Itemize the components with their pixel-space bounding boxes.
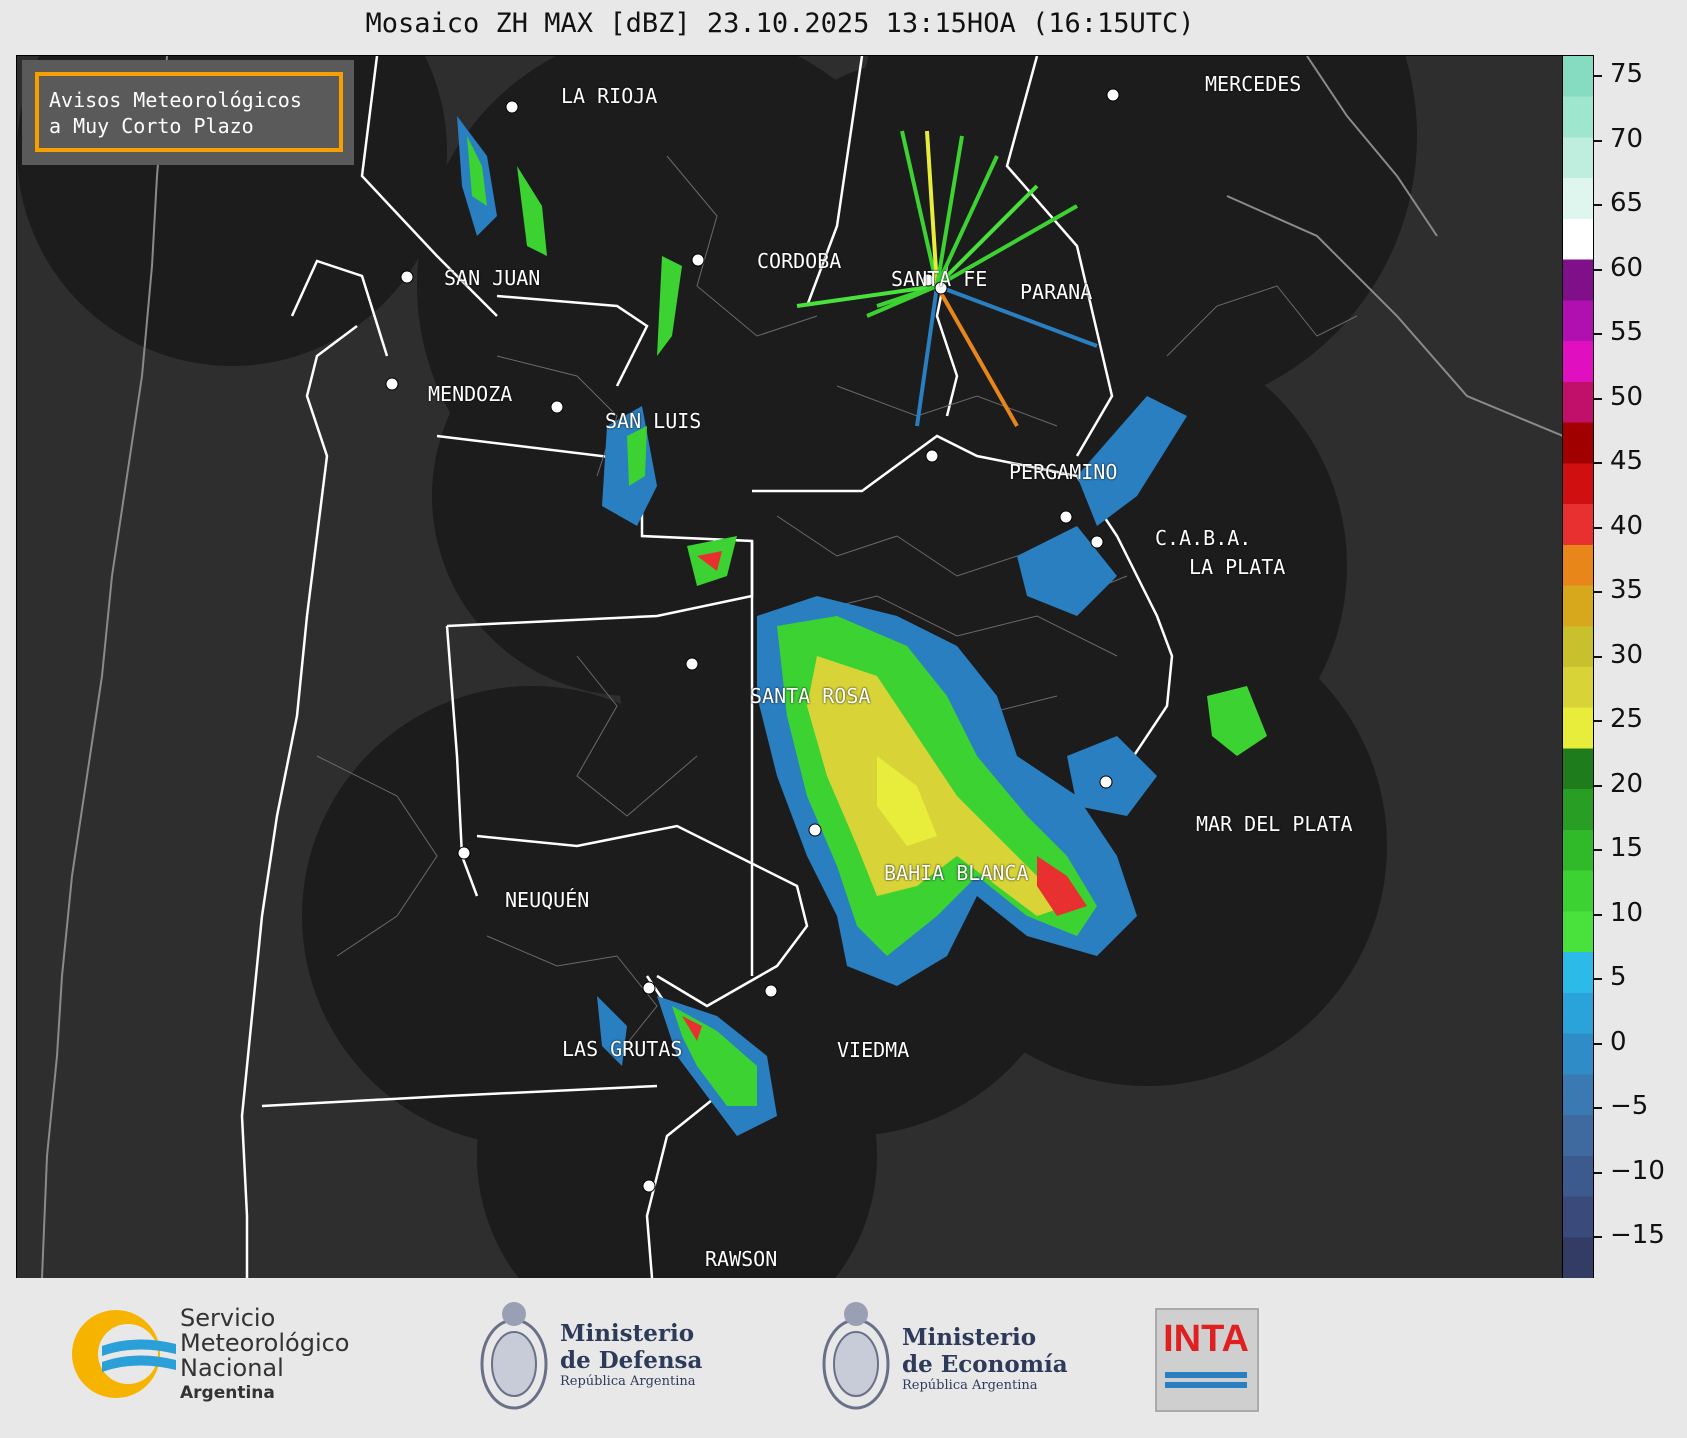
colorbar-tick-mark xyxy=(1594,204,1602,206)
colorbar-tick-label: 70 xyxy=(1610,123,1644,154)
colorbar-tick-mark xyxy=(1594,397,1602,400)
defensa-logo-text: Ministerio de Defensa República Argentin… xyxy=(560,1320,703,1389)
colorbar-tick-label: 75 xyxy=(1610,59,1644,89)
colorbar-tick-label: 55 xyxy=(1610,317,1644,347)
colorbar-tick-mark xyxy=(1594,978,1602,980)
colorbar-tick-label: 5 xyxy=(1610,962,1627,992)
colorbar-tick-mark xyxy=(1594,913,1602,916)
colorbar-tick-mark xyxy=(1594,720,1602,722)
city-label-las-grutas: LAS GRUTAS xyxy=(562,1037,683,1061)
radar-map-canvas xyxy=(17,56,1563,1278)
colorbar-tick-label: 30 xyxy=(1610,639,1644,670)
smn-logo-text: Servicio Meteorológico Nacional Argentin… xyxy=(180,1304,350,1404)
colorbar-tick-label: −15 xyxy=(1610,1220,1665,1250)
colorbar-tick-label: 0 xyxy=(1610,1026,1627,1057)
colorbar-tick-label: 40 xyxy=(1610,510,1644,541)
city-label-mendoza: MENDOZA xyxy=(428,382,513,406)
colorbar-tick-label: −10 xyxy=(1610,1155,1665,1186)
colorbar-tick-mark xyxy=(1594,591,1602,593)
colorbar-tick-mark xyxy=(1594,1171,1602,1174)
inta-logo: INTA xyxy=(1155,1308,1259,1412)
colorbar-tick-mark xyxy=(1594,268,1602,271)
colorbar xyxy=(1562,55,1594,1279)
city-label-mercedes: MERCEDES xyxy=(1205,72,1302,96)
colorbar-tick-mark xyxy=(1594,462,1602,464)
city-label-la-plata: LA PLATA xyxy=(1189,555,1286,579)
colorbar-tick-mark xyxy=(1594,1107,1602,1109)
colorbar-tick-label: 50 xyxy=(1610,381,1644,412)
colorbar-tick-mark xyxy=(1594,333,1602,335)
colorbar-tick-mark xyxy=(1594,1042,1602,1045)
colorbar-tick-label: 15 xyxy=(1610,833,1644,863)
colorbar-tick-label: 35 xyxy=(1610,575,1644,605)
city-label-parana: PARANA xyxy=(1020,280,1093,304)
city-label-rawson: RAWSON xyxy=(705,1247,778,1271)
colorbar-tick-mark xyxy=(1594,1236,1602,1238)
city-label-viedma: VIEDMA xyxy=(837,1038,910,1062)
colorbar-tick-label: 20 xyxy=(1610,768,1644,799)
defensa-seal-icon xyxy=(480,1302,548,1410)
colorbar-tick-mark xyxy=(1594,526,1602,529)
colorbar-tick-mark xyxy=(1594,849,1602,851)
economia-logo-text: Ministerio de Economía República Argenti… xyxy=(902,1324,1068,1393)
colorbar-tick-mark xyxy=(1594,139,1602,142)
city-label-pergamino: PERGAMINO xyxy=(1009,460,1118,484)
map-title: Mosaico ZH MAX [dBZ] 23.10.2025 13:15HOA… xyxy=(365,8,1195,39)
colorbar-tick-label: 60 xyxy=(1610,252,1644,283)
city-label-bahia-blanca: BAHIA BLANCA xyxy=(884,861,1029,885)
city-label-mar-del-plata: MAR DEL PLATA xyxy=(1196,812,1353,836)
colorbar-tick-label: 25 xyxy=(1610,704,1644,734)
colorbar-tick-label: 10 xyxy=(1610,897,1644,928)
city-label-neuquen: NEUQUÉN xyxy=(505,888,590,912)
radar-map[interactable] xyxy=(16,55,1564,1279)
city-label-la-rioja: LA RIOJA xyxy=(561,84,658,108)
notice-line-2: a Muy Corto Plazo xyxy=(49,114,254,138)
colorbar-tick-mark xyxy=(1594,75,1602,77)
city-label-san-juan: SAN JUAN xyxy=(444,266,541,290)
city-label-santa-rosa: SANTA ROSA xyxy=(750,684,871,708)
city-label-cordoba: CORDOBA xyxy=(757,249,842,273)
colorbar-tick-label: −5 xyxy=(1610,1091,1649,1121)
notice-line-1: Avisos Meteorológicos xyxy=(49,88,302,112)
notice-box: Avisos Meteorológicos a Muy Corto Plazo xyxy=(35,72,343,152)
colorbar-tick-label: 45 xyxy=(1610,446,1644,476)
smn-logo-icon xyxy=(72,1310,176,1398)
city-label-caba: C.A.B.A. xyxy=(1155,526,1252,550)
economia-seal-icon xyxy=(822,1302,890,1410)
colorbar-tick-mark xyxy=(1594,784,1602,787)
colorbar-tick-mark xyxy=(1594,655,1602,658)
logo-strip: Servicio Meteorológico Nacional Argentin… xyxy=(0,1278,1687,1438)
city-label-san-luis: SAN LUIS xyxy=(605,409,702,433)
colorbar-tick-label: 65 xyxy=(1610,188,1644,218)
city-label-santa-fe: SANTA FE xyxy=(891,267,988,291)
